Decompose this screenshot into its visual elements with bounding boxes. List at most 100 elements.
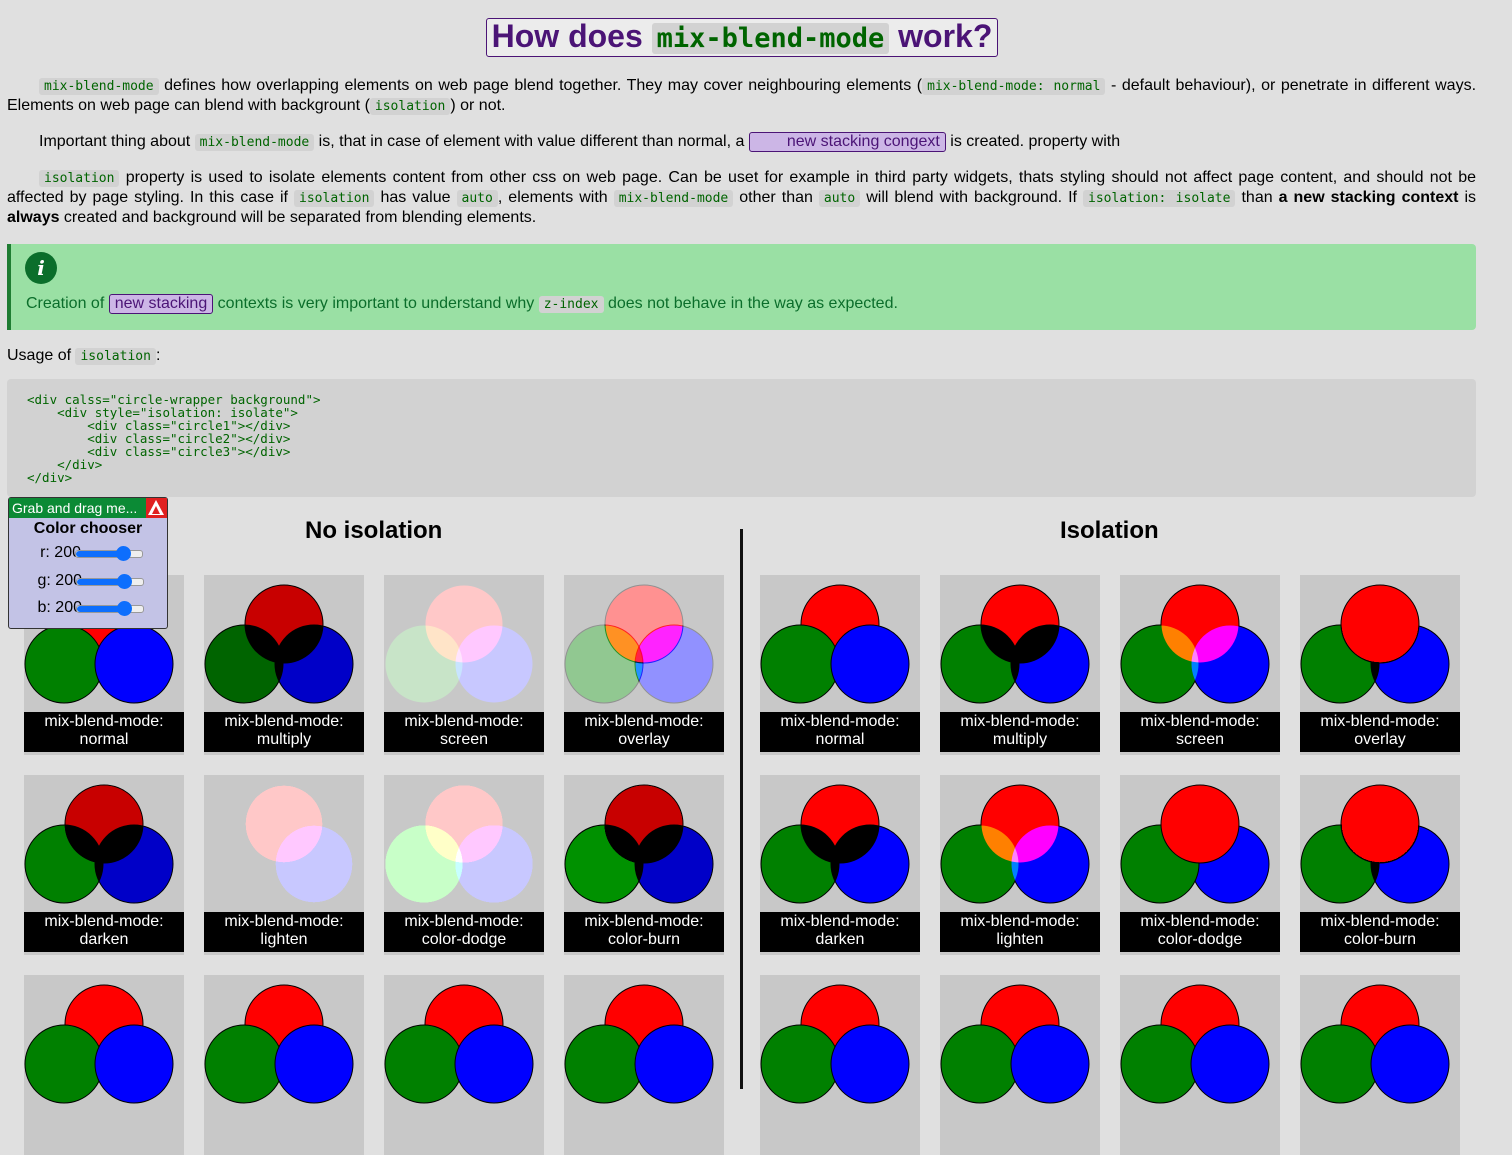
blend-circles — [384, 975, 544, 1155]
chooser-title: Color chooser — [33, 520, 143, 537]
stacking-context-link[interactable]: new stacking congext — [748, 132, 946, 152]
new-stacking-link[interactable]: new stacking — [108, 294, 214, 314]
blend-demo-tile — [760, 975, 920, 1155]
blend-demo-tile — [24, 975, 184, 1155]
inline-code: isolation: isolate — [1083, 190, 1236, 207]
circle-green — [384, 1024, 464, 1104]
blend-mode-label: mix-blend-mode: overlay — [564, 712, 724, 752]
circle-blue — [454, 1024, 534, 1104]
circle-blue — [1190, 624, 1270, 704]
chooser-header-label: Grab and drag me... — [12, 500, 138, 516]
blend-mode-label: mix-blend-mode: color-dodge — [1120, 912, 1280, 952]
blend-mode-label: mix-blend-mode: screen — [384, 712, 544, 752]
inline-code: isolation — [294, 190, 375, 207]
section-title-isolation: Isolation — [1060, 517, 1159, 544]
circle-blue — [830, 1024, 910, 1104]
blend-mode-label: mix-blend-mode: screen — [1120, 712, 1280, 752]
circle-blue — [1370, 824, 1450, 904]
blend-circles — [1120, 975, 1280, 1155]
blend-demo-tile: mix-blend-mode: screen — [1120, 575, 1280, 755]
circle-blue — [454, 624, 534, 704]
circle-green — [940, 624, 1020, 704]
info-icon: i — [25, 252, 57, 284]
info-box: i Creation of new stacking contexts is v… — [7, 244, 1476, 330]
paragraph-isolation: isolation property is used to isolate el… — [7, 169, 1477, 226]
circle-green — [1120, 624, 1200, 704]
blend-demo-tile: mix-blend-mode: overlay — [1300, 575, 1460, 755]
blend-demo-tile: mix-blend-mode: color-dodge — [384, 775, 544, 955]
info-text: Creation of new stacking contexts is ver… — [26, 294, 898, 314]
title-code: mix-blend-mode — [651, 23, 890, 54]
blend-mode-label: mix-blend-mode: multiply — [940, 712, 1100, 752]
blend-demo-tile: mix-blend-mode: multiply — [940, 575, 1100, 755]
blend-demo-tile — [384, 975, 544, 1155]
circle-green — [204, 624, 284, 704]
slider-g[interactable] — [76, 574, 144, 589]
blend-mode-label: mix-blend-mode: darken — [24, 912, 184, 952]
circle-green — [204, 1024, 284, 1104]
warning-triangle-icon[interactable] — [146, 498, 167, 518]
inline-code: isolation — [75, 348, 156, 365]
circle-green — [760, 624, 840, 704]
chooser-drag-handle[interactable]: Grab and drag me... — [9, 498, 167, 518]
color-chooser-panel[interactable]: Grab and drag me... Color chooser r: 200… — [8, 497, 168, 629]
blend-circles — [204, 975, 364, 1155]
blend-mode-label: mix-blend-mode: color-dodge — [384, 912, 544, 952]
section-divider — [740, 529, 743, 1089]
section-title-no-isolation: No isolation — [305, 517, 443, 544]
blend-demo-tile: mix-blend-mode: multiply — [204, 575, 364, 755]
blend-circles — [940, 975, 1100, 1155]
blend-mode-label: mix-blend-mode: normal — [24, 712, 184, 752]
circle-green — [24, 1024, 104, 1104]
circle-green — [1120, 824, 1200, 904]
circle-green — [1300, 624, 1380, 704]
circle-green — [564, 1024, 644, 1104]
circle-green — [24, 824, 104, 904]
circle-blue — [1190, 824, 1270, 904]
title-wrap: How does mix-blend-mode work? — [0, 18, 1484, 57]
blend-mode-label: mix-blend-mode: color-burn — [564, 912, 724, 952]
circle-blue — [94, 824, 174, 904]
blend-demo-tile: mix-blend-mode: color-burn — [1300, 775, 1460, 955]
blend-demo-tile: mix-blend-mode: lighten — [204, 775, 364, 955]
circle-blue — [1370, 624, 1450, 704]
circle-blue — [1010, 624, 1090, 704]
blend-mode-label: mix-blend-mode: lighten — [940, 912, 1100, 952]
inline-code: isolation — [369, 98, 451, 115]
blend-mode-label: mix-blend-mode: overlay — [1300, 712, 1460, 752]
article: mix-blend-mode defines how overlapping e… — [7, 76, 1476, 497]
blend-demo-tile: mix-blend-mode: darken — [760, 775, 920, 955]
circle-blue — [454, 824, 534, 904]
page-title: How does mix-blend-mode work? — [485, 18, 999, 57]
inline-code: mix-blend-mode: normal — [922, 78, 1106, 95]
slider-b[interactable] — [76, 601, 144, 616]
circle-blue — [274, 624, 354, 704]
blend-mode-label: mix-blend-mode: multiply — [204, 712, 364, 752]
circle-green — [384, 624, 464, 704]
circle-green — [760, 1024, 840, 1104]
circle-green — [940, 824, 1020, 904]
slider-row-g: g: 200 — [9, 572, 82, 590]
blend-demo-tile: mix-blend-mode: overlay — [564, 575, 724, 755]
circle-blue — [94, 624, 174, 704]
blend-demo-tile: mix-blend-mode: color-burn — [564, 775, 724, 955]
blend-demo-tile: mix-blend-mode: lighten — [940, 775, 1100, 955]
circle-green — [384, 824, 464, 904]
blend-demo-tile — [564, 975, 724, 1155]
circle-green — [940, 1024, 1020, 1104]
circle-green — [760, 824, 840, 904]
slider-r[interactable] — [75, 546, 143, 561]
circle-blue — [634, 824, 714, 904]
circle-blue — [274, 824, 354, 904]
circle-blue — [830, 624, 910, 704]
circle-green — [1300, 824, 1380, 904]
paragraph-intro: mix-blend-mode defines how overlapping e… — [7, 77, 1477, 115]
blend-circles — [564, 975, 724, 1155]
slider-row-r: r: 200 — [9, 544, 81, 562]
inline-code: mix-blend-mode — [194, 134, 315, 151]
code-sample: <div calss="circle-wrapper background"> … — [27, 392, 321, 485]
circle-blue — [1190, 1024, 1270, 1104]
inline-code: z-index — [538, 296, 604, 313]
circle-green — [24, 624, 104, 704]
circle-blue — [274, 1024, 354, 1104]
